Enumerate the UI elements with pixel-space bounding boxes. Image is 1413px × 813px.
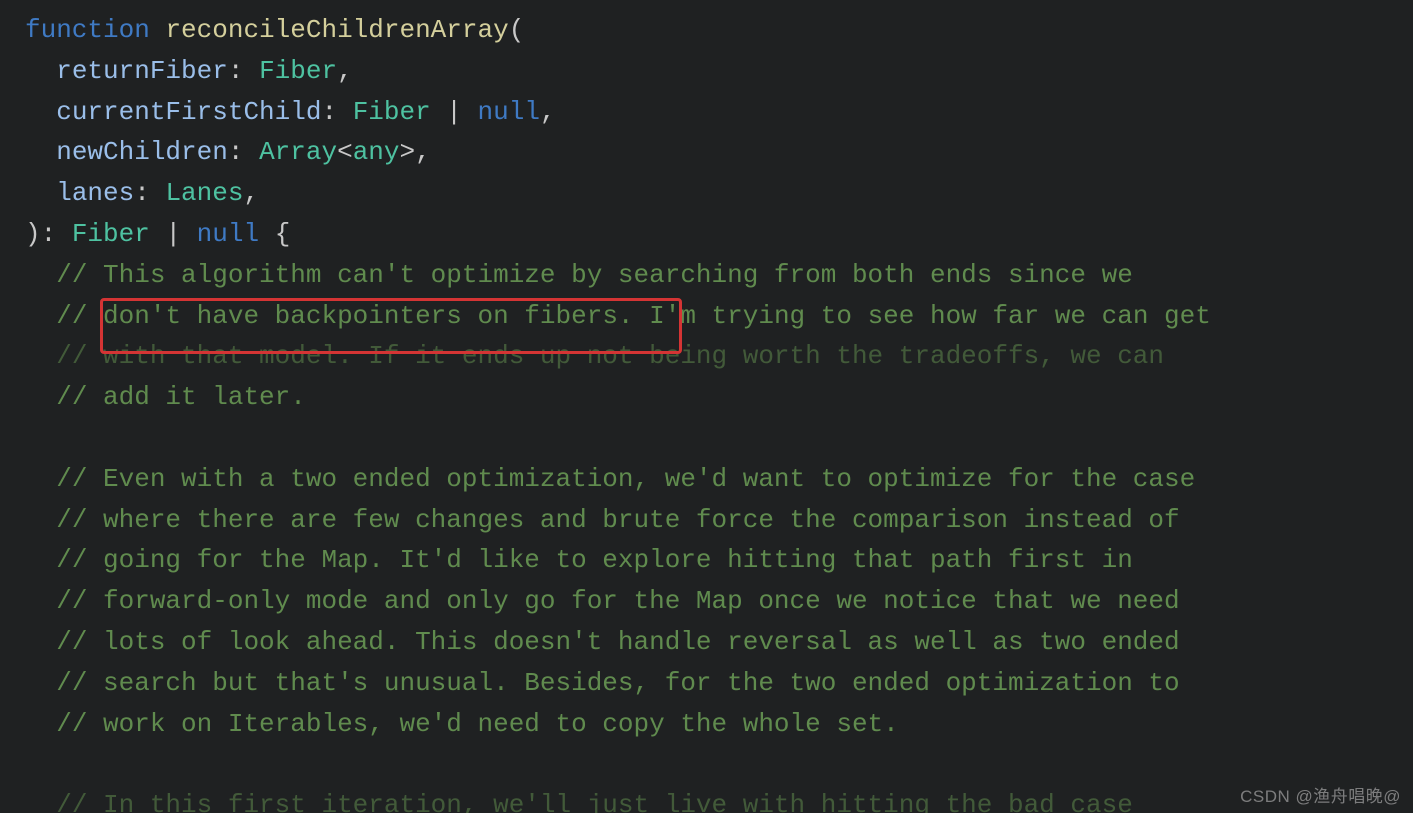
- comment-line: // work on Iterables, we'd need to copy …: [56, 709, 899, 739]
- comment-line: // search but that's unusual. Besides, f…: [56, 668, 1179, 698]
- comment-line: // In this first iteration, we'll just l…: [56, 790, 1133, 813]
- function-name: reconcileChildrenArray: [165, 15, 508, 45]
- paren-close: ): [25, 219, 41, 249]
- type-Lanes: Lanes: [165, 178, 243, 208]
- ret-null: null: [197, 219, 259, 249]
- type-Array: Array: [259, 137, 337, 167]
- param-lanes: lanes: [56, 178, 134, 208]
- paren-open: (: [509, 15, 525, 45]
- param-currentFirstChild: currentFirstChild: [56, 97, 321, 127]
- type-Fiber: Fiber: [353, 97, 431, 127]
- watermark: CSDN @渔舟唱晚@: [1240, 782, 1401, 807]
- type-any: any: [353, 137, 400, 167]
- comment-line: // don't have backpointers on fibers. I'…: [56, 301, 1211, 331]
- code-block: function reconcileChildrenArray( returnF…: [0, 0, 1413, 813]
- comment-line: // Even with a two ended optimization, w…: [56, 464, 1195, 494]
- comment-line: // add it later.: [56, 382, 306, 412]
- param-newChildren: newChildren: [56, 137, 228, 167]
- brace-open: {: [275, 219, 291, 249]
- comment-line: // lots of look ahead. This doesn't hand…: [56, 627, 1179, 657]
- param-returnFiber: returnFiber: [56, 56, 228, 86]
- comment-line: // This algorithm can't optimize by sear…: [56, 260, 1133, 290]
- comment-line: // where there are few changes and brute…: [56, 505, 1179, 535]
- ret-Fiber: Fiber: [72, 219, 150, 249]
- highlighted-phrase: don't have backpointers on fibers.: [103, 301, 634, 331]
- type-null: null: [478, 97, 540, 127]
- type-Fiber: Fiber: [259, 56, 337, 86]
- comment-line: // with that model. If it ends up not be…: [56, 341, 1164, 371]
- comment-line: // going for the Map. It'd like to explo…: [56, 545, 1133, 575]
- comment-line: // forward-only mode and only go for the…: [56, 586, 1179, 616]
- keyword-function: function: [25, 15, 150, 45]
